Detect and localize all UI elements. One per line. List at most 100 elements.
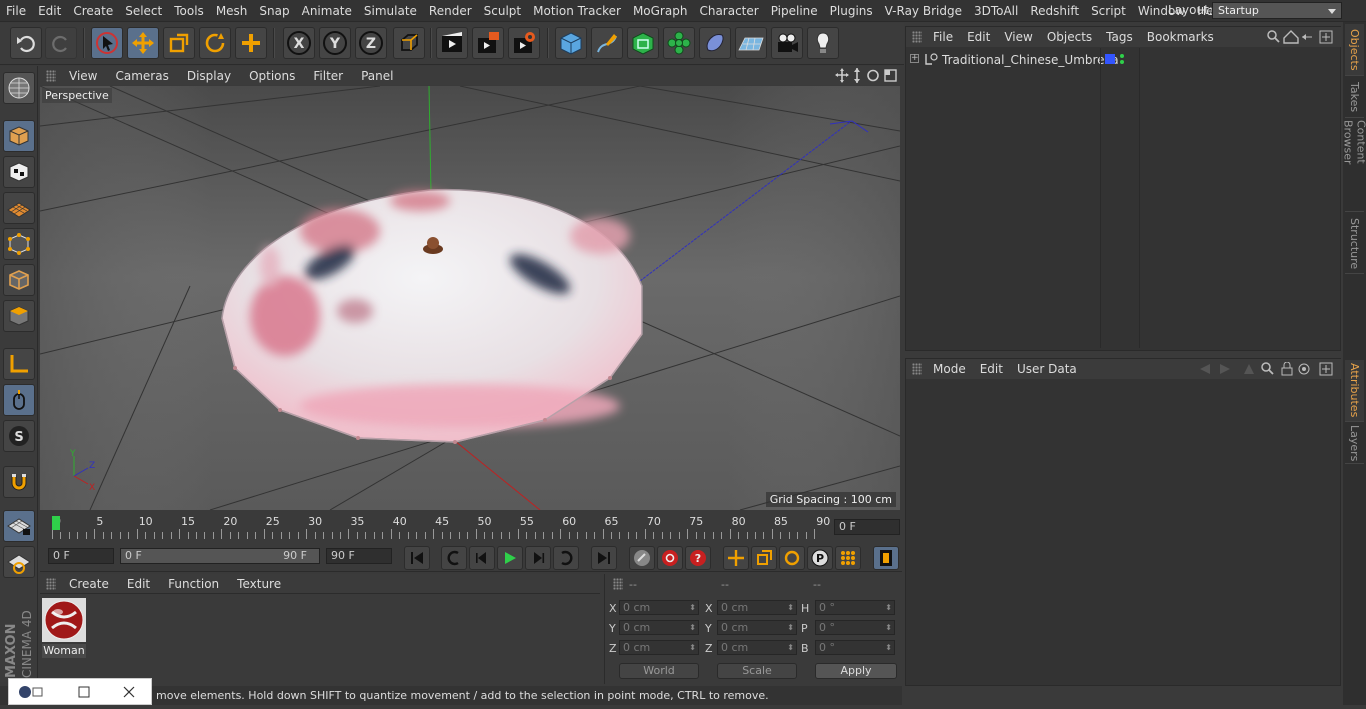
pen-icon[interactable] <box>591 27 623 59</box>
menu-pipeline[interactable]: Pipeline <box>765 0 824 22</box>
tab-objects[interactable]: Objects <box>1345 24 1364 76</box>
render-picture-viewer-icon[interactable] <box>472 27 504 59</box>
autokey-icon[interactable] <box>657 546 683 570</box>
tweak-mode-icon[interactable] <box>3 384 35 416</box>
zoom-view-icon[interactable] <box>854 68 860 83</box>
model-mode-icon[interactable] <box>3 120 35 152</box>
menu-select[interactable]: Select <box>119 0 168 22</box>
viewport-3d[interactable]: Y Z X Perspective Grid Spacing : 100 cm <box>40 86 900 510</box>
timeline-window-icon[interactable] <box>873 546 899 570</box>
key-scale-icon[interactable] <box>751 546 777 570</box>
render-view-icon[interactable] <box>436 27 468 59</box>
coord-rotation-field[interactable]: 0 ° <box>815 620 895 635</box>
size-mode-dropdown[interactable]: Scale <box>717 663 797 679</box>
scale-icon[interactable] <box>163 27 195 59</box>
prev-keyframe-icon[interactable] <box>441 546 467 570</box>
polygons-mode-icon[interactable] <box>3 300 35 332</box>
light-icon[interactable] <box>807 27 839 59</box>
apply-button[interactable]: Apply <box>815 663 897 679</box>
key-position-icon[interactable] <box>723 546 749 570</box>
prev-frame-icon[interactable] <box>469 546 495 570</box>
coord-panel-grip[interactable] <box>613 578 623 590</box>
coord-rotation-field[interactable]: 0 ° <box>815 600 895 615</box>
viewport-menu-cameras[interactable]: Cameras <box>106 69 177 83</box>
tab-structure[interactable]: Structure <box>1345 214 1364 274</box>
coord-position-field[interactable]: 0 cm <box>619 640 699 655</box>
layout-dropdown[interactable]: Startup <box>1212 2 1342 19</box>
target-icon[interactable] <box>1298 363 1310 375</box>
coordinate-mode-dropdown[interactable]: World <box>619 663 699 679</box>
visibility-dots-icon[interactable] <box>1119 52 1125 66</box>
viewport-menu-display[interactable]: Display <box>178 69 240 83</box>
record-keys-icon[interactable] <box>629 546 655 570</box>
texture-mode-icon[interactable] <box>3 156 35 188</box>
viewport-camera-label[interactable]: Perspective <box>42 88 112 103</box>
axis-mode-icon[interactable] <box>3 348 35 380</box>
cube-icon[interactable] <box>555 27 587 59</box>
redo-icon[interactable] <box>45 27 77 59</box>
menu-mograph[interactable]: MoGraph <box>627 0 694 22</box>
coord-rotation-field[interactable]: 0 ° <box>815 640 895 655</box>
key-rotation-icon[interactable] <box>779 546 805 570</box>
menu-tools[interactable]: Tools <box>168 0 210 22</box>
menu-edit[interactable]: Edit <box>32 0 67 22</box>
undo-icon[interactable] <box>10 27 42 59</box>
key-parameter-icon[interactable]: P <box>807 546 833 570</box>
coord-size-field[interactable]: 0 cm <box>717 600 797 615</box>
goto-end-icon[interactable] <box>591 546 617 570</box>
play-icon[interactable] <box>497 546 523 570</box>
next-keyframe-icon[interactable] <box>553 546 579 570</box>
close-window-icon[interactable] <box>123 686 135 698</box>
object-menu-edit[interactable]: Edit <box>960 30 997 44</box>
coord-size-field[interactable]: 0 cm <box>717 620 797 635</box>
floor-icon[interactable] <box>735 27 767 59</box>
y-axis-icon[interactable]: Y <box>319 27 351 59</box>
object-panel-grip[interactable] <box>912 31 922 43</box>
coord-size-field[interactable]: 0 cm <box>717 640 797 655</box>
panel-grip[interactable] <box>46 69 56 82</box>
menu-create[interactable]: Create <box>67 0 119 22</box>
move-icon[interactable] <box>127 27 159 59</box>
attribute-menu-edit[interactable]: Edit <box>973 362 1010 376</box>
viewport-menu-filter[interactable]: Filter <box>304 69 352 83</box>
material-menu-edit[interactable]: Edit <box>118 577 159 591</box>
new-panel-icon[interactable] <box>1319 30 1333 44</box>
tab-attributes[interactable]: Attributes <box>1345 360 1364 422</box>
edges-mode-icon[interactable] <box>3 264 35 296</box>
key-pla-icon[interactable] <box>835 546 861 570</box>
material-menu-function[interactable]: Function <box>159 577 228 591</box>
subdivision-icon[interactable] <box>627 27 659 59</box>
end-frame-field[interactable]: 90 F <box>326 548 392 564</box>
layer-color-swatch[interactable] <box>1105 54 1115 64</box>
camera-icon[interactable] <box>771 27 803 59</box>
menu-simulate[interactable]: Simulate <box>358 0 423 22</box>
coord-position-field[interactable]: 0 cm <box>619 620 699 635</box>
attribute-menu-mode[interactable]: Mode <box>926 362 973 376</box>
workplane-lock-icon[interactable] <box>3 510 35 542</box>
cloner-icon[interactable] <box>663 27 695 59</box>
x-axis-icon[interactable]: X <box>283 27 315 59</box>
points-mode-icon[interactable] <box>3 228 35 260</box>
create-multi-icon[interactable] <box>235 27 267 59</box>
snapping-icon[interactable] <box>3 466 35 498</box>
material-item[interactable]: Woman <box>42 598 86 658</box>
object-row[interactable]: + Traditional_Chinese_Umbrella <box>906 48 1342 348</box>
object-menu-tags[interactable]: Tags <box>1099 30 1140 44</box>
search-icon[interactable] <box>1261 362 1274 375</box>
live-selection-icon[interactable] <box>91 27 123 59</box>
workplane-mode-icon[interactable] <box>3 192 35 224</box>
object-menu-file[interactable]: File <box>926 30 960 44</box>
object-name[interactable]: Traditional_Chinese_Umbrella <box>942 53 1119 67</box>
menu-plugins[interactable]: Plugins <box>824 0 879 22</box>
pan-view-icon[interactable] <box>835 68 849 83</box>
expand-icon[interactable]: + <box>910 54 919 63</box>
planar-workplane-icon[interactable] <box>3 546 35 578</box>
menu-file[interactable]: File <box>0 0 32 22</box>
new-panel-icon[interactable] <box>1319 362 1333 376</box>
maximize-view-icon[interactable] <box>884 69 897 82</box>
coord-position-field[interactable]: 0 cm <box>619 600 699 615</box>
material-menu-create[interactable]: Create <box>60 577 118 591</box>
viewport-menu-view[interactable]: View <box>60 69 106 83</box>
tab-takes[interactable]: Takes <box>1345 78 1364 118</box>
coordinate-system-icon[interactable] <box>393 27 425 59</box>
